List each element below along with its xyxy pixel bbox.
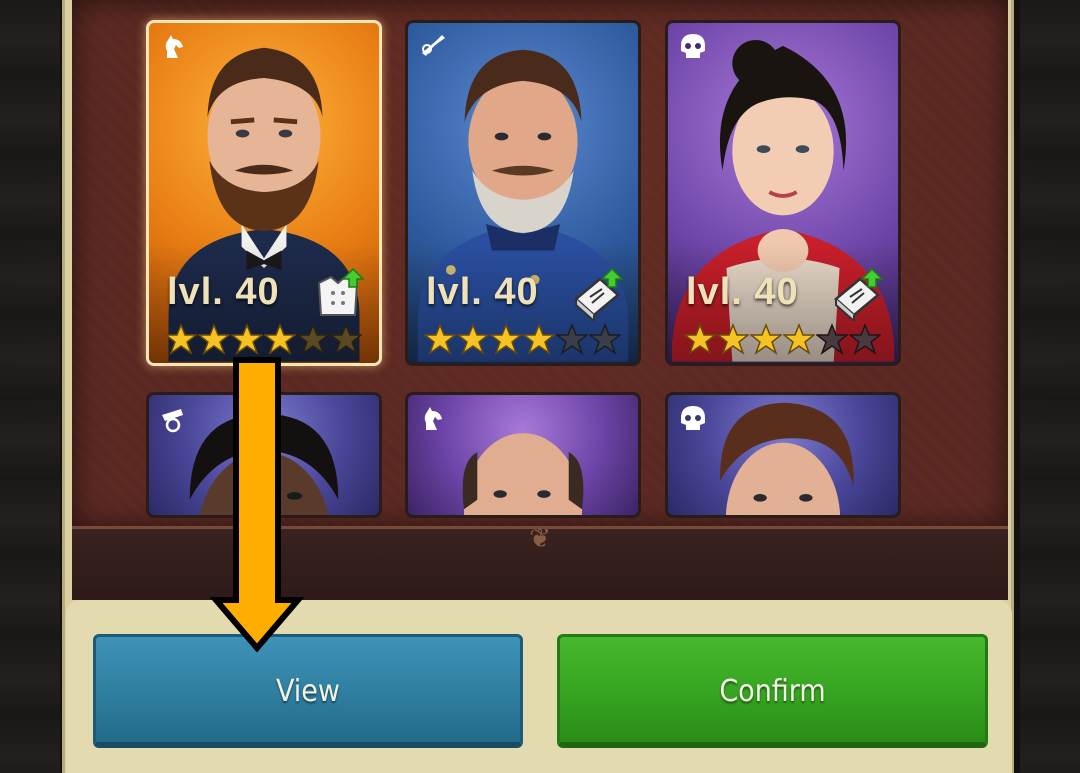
filled-star-icon (457, 323, 489, 355)
book-upgrade-icon (834, 267, 884, 321)
filled-star-icon (264, 323, 296, 355)
empty-star-icon (816, 323, 848, 355)
left-background-decoration (0, 0, 60, 773)
chef-coat-upgrade-icon (317, 267, 365, 316)
filled-star-icon (424, 323, 456, 355)
view-button[interactable]: View (93, 634, 523, 748)
hero-card-2[interactable]: lvl. 40 (405, 20, 641, 366)
skull-icon (681, 406, 705, 430)
empty-star-icon (849, 323, 881, 355)
hero-card-6[interactable] (665, 392, 901, 518)
filled-star-icon (231, 323, 263, 355)
arrow-down-annotation-icon (210, 357, 304, 652)
confirm-button[interactable]: Confirm (557, 634, 988, 748)
filled-star-icon (684, 323, 716, 355)
hero-level: lvl. 40 (686, 271, 799, 313)
filled-star-icon (523, 323, 555, 355)
empty-star-icon (589, 323, 621, 355)
right-background-decoration (1020, 0, 1080, 773)
empty-star-icon (556, 323, 588, 355)
hero-card-1[interactable]: lvl. 40 (146, 20, 382, 366)
empty-star-icon (297, 323, 329, 355)
ornament-icon: ❦ (529, 524, 551, 554)
empty-star-icon (330, 323, 362, 355)
bugle-icon (422, 35, 445, 56)
filled-star-icon (198, 323, 230, 355)
hero-level: lvl. 40 (426, 271, 539, 313)
horse-knight-icon (424, 407, 442, 430)
horse-knight-icon (165, 35, 183, 58)
skull-icon (681, 34, 705, 58)
filled-star-icon (717, 323, 749, 355)
game-screen: ❦ lvl. 40 lvl. 40 lvl. 40 View Confirm (0, 0, 1080, 773)
star-rating (684, 323, 881, 355)
filled-star-icon (490, 323, 522, 355)
filled-star-icon (165, 323, 197, 355)
cannon-icon (162, 409, 183, 433)
book-upgrade-icon (574, 267, 624, 321)
hero-card-3[interactable]: lvl. 40 (665, 20, 901, 366)
star-rating (165, 323, 362, 355)
hero-card-5[interactable] (405, 392, 641, 518)
star-rating (424, 323, 621, 355)
filled-star-icon (750, 323, 782, 355)
filled-star-icon (783, 323, 815, 355)
hero-level: lvl. 40 (167, 271, 280, 313)
